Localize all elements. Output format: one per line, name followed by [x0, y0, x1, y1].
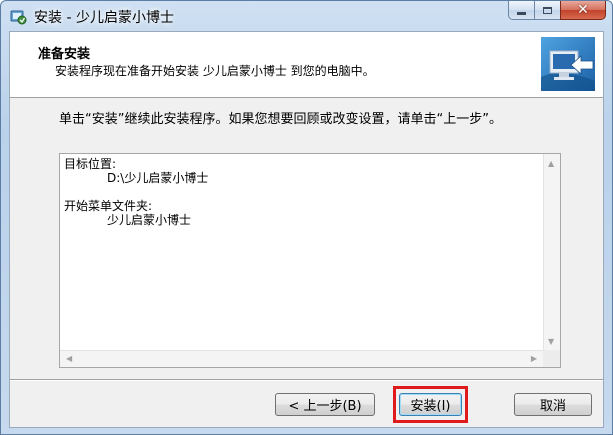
- cancel-button[interactable]: 取消: [514, 393, 592, 416]
- memo-line: [64, 185, 208, 199]
- horizontal-scrollbar[interactable]: ◀ ▶: [60, 350, 543, 367]
- memo-line: D:\少儿启蒙小博士: [107, 171, 209, 185]
- computer-install-icon: [541, 37, 595, 91]
- page-subtitle: 安装程序现在准备开始安装 少儿启蒙小博士 到您的电脑中。: [55, 64, 375, 78]
- maximize-button[interactable]: [534, 1, 561, 20]
- page-title: 准备安装: [38, 47, 91, 62]
- install-summary-memo[interactable]: 目标位置: D:\少儿启蒙小博士 开始菜单文件夹: 少儿启蒙小博士 ▲ ▼ ◀ …: [59, 153, 561, 368]
- vertical-scrollbar[interactable]: ▲ ▼: [543, 154, 560, 350]
- back-button[interactable]: < 上一步(B): [275, 393, 375, 416]
- scroll-right-icon[interactable]: ▶: [531, 355, 537, 363]
- scroll-corner: [543, 350, 560, 367]
- install-button-highlight: [393, 386, 468, 423]
- close-button[interactable]: ✕: [560, 1, 606, 20]
- installer-window: 安装 - 少儿启蒙小博士 ✕ 准备安装 安装程序现在准备开始安装 少儿启蒙小博士…: [0, 0, 613, 435]
- wizard-client-area: 准备安装 安装程序现在准备开始安装 少儿启蒙小博士 到您的电脑中。 单击“安装”…: [9, 31, 604, 428]
- scroll-up-icon[interactable]: ▲: [548, 160, 554, 168]
- memo-line: 少儿启蒙小博士: [107, 213, 192, 227]
- instruction-text: 单击“安装”继续此安装程序。如果您想要回顾或改变设置，请单击“上一步”。: [59, 112, 502, 127]
- maximize-icon: [543, 6, 552, 14]
- scroll-down-icon[interactable]: ▼: [548, 338, 554, 346]
- scroll-left-icon[interactable]: ◀: [66, 355, 72, 363]
- divider: [10, 379, 603, 381]
- memo-content: 目标位置: D:\少儿启蒙小博士 开始菜单文件夹: 少儿启蒙小博士: [64, 157, 208, 227]
- title-bar[interactable]: 安装 - 少儿启蒙小博士 ✕: [1, 1, 612, 31]
- memo-line: 开始菜单文件夹:: [64, 199, 153, 213]
- memo-line: 目标位置:: [64, 157, 117, 171]
- wizard-header: 准备安装 安装程序现在准备开始安装 少儿启蒙小博士 到您的电脑中。: [10, 32, 603, 98]
- window-title: 安装 - 少儿启蒙小博士: [34, 10, 174, 26]
- minimize-icon: [517, 11, 526, 15]
- setup-app-icon: [10, 10, 27, 25]
- minimize-button[interactable]: [508, 1, 535, 20]
- caption-buttons: ✕: [508, 1, 606, 21]
- close-icon: ✕: [577, 2, 589, 18]
